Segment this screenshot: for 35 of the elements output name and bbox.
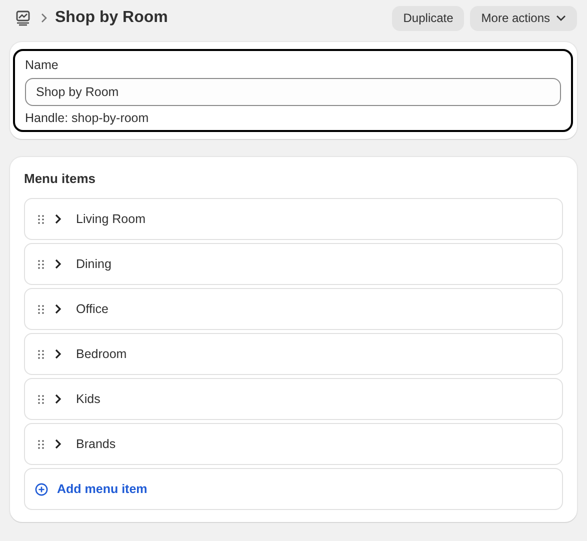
menu-item-row[interactable]: Bedroom	[24, 333, 563, 375]
menu-item-row[interactable]: Kids	[24, 378, 563, 420]
menu-item-row[interactable]: Living Room	[24, 198, 563, 240]
add-menu-item-button[interactable]: Add menu item	[24, 468, 563, 510]
drag-handle-icon[interactable]	[38, 260, 44, 268]
chevron-icon[interactable]	[54, 439, 62, 449]
menu-item-row[interactable]: Dining	[24, 243, 563, 285]
menu-item-label: Bedroom	[76, 347, 127, 361]
menu-item-label: Dining	[76, 257, 112, 271]
drag-handle-icon[interactable]	[38, 350, 44, 358]
more-actions-button[interactable]: More actions	[470, 6, 577, 30]
chevron-icon[interactable]	[54, 214, 62, 224]
name-label: Name	[25, 57, 60, 73]
section-title: Menu items	[24, 171, 97, 186]
breadcrumb-chevron-icon	[41, 13, 47, 23]
caret-icon	[556, 15, 566, 21]
drag-handle-icon[interactable]	[38, 304, 44, 314]
chevron-icon[interactable]	[54, 304, 62, 314]
page-title: Shop by Room	[55, 9, 168, 27]
menu-item-label: Office	[76, 302, 108, 316]
menu-item-label: Living Room	[76, 212, 146, 226]
menu-item-label: Brands	[76, 437, 116, 451]
chevron-icon[interactable]	[54, 349, 62, 359]
chevron-icon[interactable]	[54, 259, 62, 269]
drag-handle-icon[interactable]	[38, 394, 44, 404]
menu-item-label: Kids	[76, 392, 100, 406]
menu-item-row[interactable]: Office	[24, 288, 563, 330]
drag-handle-icon[interactable]	[38, 440, 44, 448]
add-icon	[35, 482, 48, 496]
handle-text: Handle: shop-by-room	[25, 110, 150, 126]
duplicate-button[interactable]: Duplicate	[392, 6, 464, 30]
name-input-field[interactable]: Shop by Room	[25, 78, 561, 106]
chevron-icon[interactable]	[54, 394, 62, 404]
menu-item-row[interactable]: Brands	[24, 423, 563, 465]
drag-handle-icon[interactable]	[38, 214, 44, 224]
